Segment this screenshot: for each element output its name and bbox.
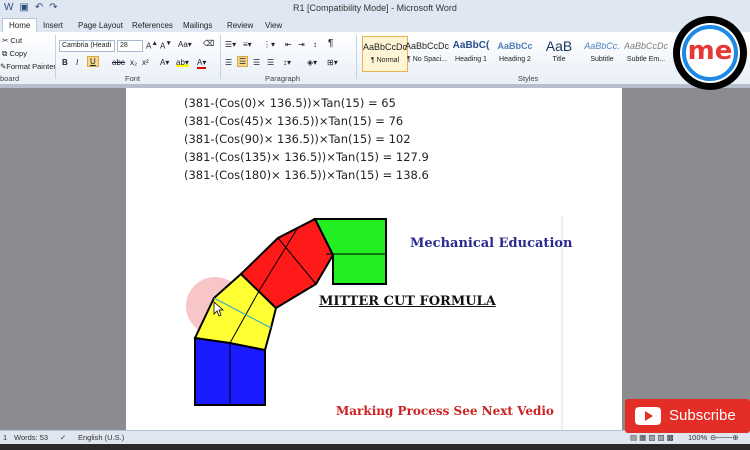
cut-button[interactable]: ✂ Cut [2,36,22,45]
divider [356,35,357,79]
tab-review[interactable]: Review [227,19,253,32]
align-left-icon[interactable]: ☰ [225,58,232,67]
subscript-icon[interactable]: x₂ [130,58,137,67]
format-painter-label: Format Painter [6,62,56,71]
tab-insert[interactable]: Insert [43,19,63,32]
style-subtle-emphasis[interactable]: AaBbCcDc Subtle Em... [624,36,668,70]
paragraph-group-label: Paragraph [265,74,301,83]
style-sample: AaBbCc [497,41,533,51]
document-page[interactable]: (381-(Cos(0)× 136.5))×Tan(15) = 65 (381-… [126,88,622,430]
page-number[interactable]: 1 [3,433,7,442]
copy-button[interactable]: ⧉ Copy [2,49,27,59]
multilevel-list-icon[interactable]: ⋮▾ [263,40,275,49]
ribbon-tabs: Home Insert Page Layout References Maili… [0,18,750,32]
view-buttons[interactable]: ▤ ▦ ▧ ▨ ▩ [630,433,674,442]
style-heading-1[interactable]: AaBbC( Heading 1 [449,36,493,70]
title-bar: W ▣ ↶ ↷ R1 [Compatibility Mode] - Micros… [0,0,750,19]
logo-text: me [687,36,733,66]
style-normal[interactable]: AaBbCcDc ¶ Normal [362,36,408,72]
align-center-icon[interactable]: ☰ [237,56,249,67]
borders-icon[interactable]: ⊞▾ [327,58,338,67]
numbering-icon[interactable]: ≡▾ [243,40,252,49]
copy-icon: ⧉ [2,49,8,58]
style-sample: AaBbCcDc [624,41,668,51]
word-count[interactable]: Words: 53 [14,433,48,442]
tab-page-layout[interactable]: Page Layout [78,19,123,32]
underline-icon[interactable]: U [87,56,99,67]
zoom-level[interactable]: 100% [688,433,707,442]
youtube-play-icon [635,407,661,425]
tab-home[interactable]: Home [2,18,38,32]
decrease-indent-icon[interactable]: ⇤ [285,40,292,49]
style-name: Heading 2 [499,56,531,63]
grow-font-icon[interactable]: A▲ [146,40,158,51]
shading-icon[interactable]: ◈▾ [307,58,317,67]
mitre-cut-title: MITTER CUT FORMULA [319,294,496,309]
strikethrough-icon[interactable]: abc [112,58,125,67]
tab-view[interactable]: View [265,19,282,32]
proofing-icon[interactable]: ✓ [60,433,66,442]
divider [220,35,221,79]
language-indicator[interactable]: English (U.S.) [78,433,124,442]
highlight-icon[interactable]: ab▾ [176,58,189,67]
cut-label: Cut [10,36,23,45]
justify-icon[interactable]: ☰ [267,58,274,67]
style-name: Subtle Em... [626,56,666,63]
style-name: Title [552,56,566,63]
style-subtitle[interactable]: AaBbCc. Subtitle [580,36,624,70]
italic-icon[interactable]: I [76,58,78,67]
increase-indent-icon[interactable]: ⇥ [298,40,305,49]
shrink-font-icon[interactable]: A▼ [160,40,172,51]
scissors-icon: ✂ [2,36,9,45]
tab-references[interactable]: References [132,19,173,32]
font-color-icon[interactable]: A▾ [197,58,207,69]
brand-heading: Mechanical Education [410,236,573,251]
bullets-icon[interactable]: ☰▾ [225,40,236,49]
font-name-select[interactable]: Cambria (Headi [59,40,115,52]
style-title[interactable]: AaB Title [537,36,581,70]
style-sample: AaBbCcDc [405,41,449,51]
align-right-icon[interactable]: ☰ [253,58,260,67]
text-effects-icon[interactable]: A▾ [160,58,169,67]
channel-logo: me [673,16,747,90]
style-name: ¶ Normal [370,57,400,64]
style-heading-2[interactable]: AaBbCc Heading 2 [493,36,537,70]
line-spacing-icon[interactable]: ↕▾ [283,58,291,67]
font-size-select[interactable]: 28 [117,40,143,52]
video-bottom-strip [0,444,750,450]
subscribe-button[interactable]: Subscribe [625,399,750,433]
divider [55,35,56,79]
next-video-note: Marking Process See Next Vedio [336,404,554,418]
font-group-label: Font [125,74,141,83]
styles-group-label: Styles [518,74,539,83]
change-case-icon[interactable]: Aa▾ [178,40,192,49]
style-sample: AaBbC( [452,40,490,51]
style-no-spacing[interactable]: AaBbCcDc ¶ No Spaci... [405,36,449,70]
style-sample: AaBbCcDc [363,42,407,52]
window-title: R1 [Compatibility Mode] - Microsoft Word [293,3,457,13]
clipboard-group-label: board [0,74,20,83]
style-sample: AaBbCc. [584,41,620,51]
show-hide-icon[interactable]: ¶ [328,38,333,49]
clear-format-icon[interactable]: ⌫ [203,39,214,48]
format-painter-button[interactable]: ✎Format Painter [0,62,56,71]
tab-mailings[interactable]: Mailings [183,19,212,32]
style-name: ¶ No Spaci... [407,56,447,63]
copy-label: Copy [9,49,27,58]
superscript-icon[interactable]: x² [142,58,149,67]
bold-icon[interactable]: B [62,58,68,67]
style-name: Heading 1 [455,56,487,63]
subscribe-label: Subscribe [669,407,736,424]
mitre-cut-diagram [186,216,563,430]
ribbon: ✂ Cut ⧉ Copy ✎Format Painter board Cambr… [0,32,750,85]
zoom-slider[interactable]: ⊖───⊕ [710,433,739,442]
style-name: Subtitle [590,56,614,63]
sort-icon[interactable]: ↕ [313,40,317,49]
style-sample: AaB [545,38,573,54]
